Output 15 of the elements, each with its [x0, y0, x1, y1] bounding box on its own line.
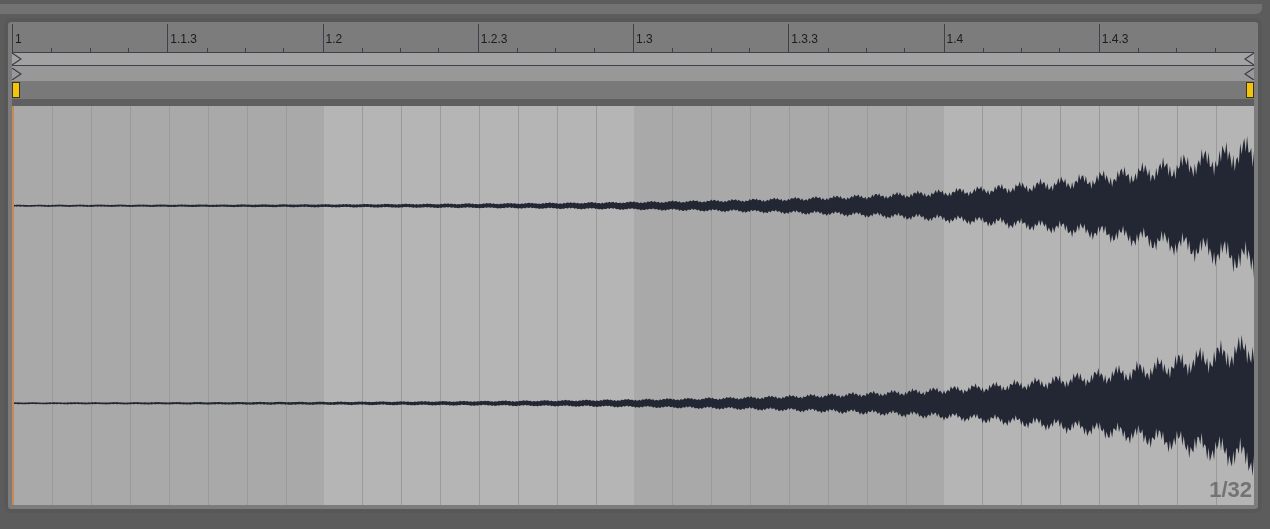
ruler-label: 1.3 — [636, 33, 653, 45]
ruler-label: 1.1.3 — [170, 33, 197, 45]
loop-start-icon[interactable] — [12, 53, 22, 65]
grid-label: 1/32 — [1209, 477, 1252, 503]
ruler-label: 1.2 — [325, 33, 343, 45]
loop-end-icon[interactable] — [1244, 53, 1254, 65]
ruler-label: 1 — [15, 33, 22, 45]
end-marker-icon[interactable] — [1244, 67, 1254, 80]
start-marker[interactable] — [12, 82, 20, 98]
ruler-label: 1.4 — [946, 33, 964, 45]
ruler-label: 1.3.3 — [791, 33, 818, 45]
ruler-label: 1.4.3 — [1101, 33, 1129, 45]
start-marker-icon[interactable] — [12, 67, 22, 80]
end-marker[interactable] — [1246, 82, 1254, 98]
ruler-label: 1.2.3 — [480, 33, 508, 45]
